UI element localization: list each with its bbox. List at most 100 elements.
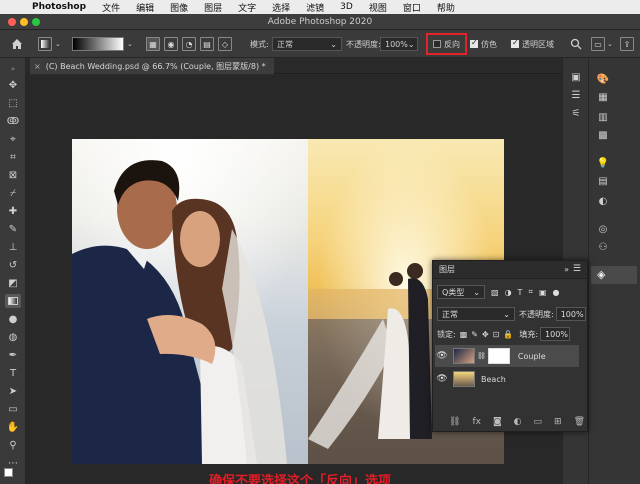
mode-select[interactable]: 正常 ⌄	[272, 37, 342, 51]
share-icon[interactable]: ⇪	[620, 36, 634, 52]
document-tab[interactable]: × (C) Beach Wedding.psd @ 66.7% (Couple,…	[30, 58, 274, 74]
shape-filter-icon[interactable]: ⌗	[528, 287, 533, 297]
gradient-picker[interactable]: ⌄	[72, 36, 133, 52]
link-layers-icon[interactable]: ⛓	[449, 417, 460, 427]
layer-filter-select[interactable]: Q类型 ⌄	[437, 285, 485, 299]
libraries-panel-icon[interactable]: ▤	[595, 174, 611, 188]
gradient-tool-icon[interactable]	[5, 294, 21, 308]
adjustment-layer-icon[interactable]: ◐	[514, 417, 522, 427]
couple-photo[interactable]	[72, 139, 308, 464]
menu-window[interactable]: 窗口	[403, 1, 421, 14]
type-tool-icon[interactable]: T	[5, 366, 21, 380]
adjustments-icon[interactable]: ◐	[595, 194, 611, 208]
marquee-tool-icon[interactable]: ⬚	[5, 96, 21, 110]
menu-3d[interactable]: 3D	[340, 2, 353, 12]
new-layer-icon[interactable]: ⊞	[554, 417, 562, 427]
zoom-window-button[interactable]	[32, 18, 40, 26]
workspace-icon[interactable]: ▭ ⌄	[591, 36, 613, 52]
paths-panel-icon[interactable]: ⚇	[595, 240, 611, 254]
lock-pixels-icon[interactable]: ✎	[471, 330, 478, 339]
styles-panel-icon[interactable]: ◎	[595, 222, 611, 236]
learn-panel-icon[interactable]: 💡	[595, 156, 611, 170]
frame-tool-icon[interactable]: ⊠	[5, 168, 21, 182]
menu-image[interactable]: 图像	[170, 1, 188, 14]
crop-tool-icon[interactable]: ⌗	[5, 150, 21, 164]
dither-checkbox[interactable]	[470, 38, 478, 48]
panel-menu-icon[interactable]: ☰	[573, 264, 581, 274]
visibility-eye-icon[interactable]: 👁	[435, 351, 449, 361]
fill-input[interactable]: 100%	[540, 327, 571, 341]
menu-help[interactable]: 帮助	[437, 1, 455, 14]
adjustment-filter-icon[interactable]: ◑	[505, 288, 512, 297]
clone-stamp-tool-icon[interactable]: ⊥	[5, 240, 21, 254]
dodge-tool-icon[interactable]: ◍	[5, 330, 21, 344]
patterns-panel-icon[interactable]: ▩	[595, 128, 611, 142]
healing-brush-tool-icon[interactable]: ✚	[5, 204, 21, 218]
gradients-panel-icon[interactable]: ▥	[595, 110, 611, 124]
close-tab-icon[interactable]: ×	[34, 62, 41, 71]
zoom-tool-icon[interactable]: ⚲	[5, 438, 21, 452]
fx-icon[interactable]: fx	[472, 417, 481, 427]
history-panel-icon[interactable]: ▣	[568, 70, 584, 84]
move-tool-icon[interactable]: ✥	[5, 78, 21, 92]
angle-gradient-icon[interactable]: ◔	[182, 37, 196, 51]
filter-toggle-icon[interactable]: ●	[553, 288, 560, 297]
history-brush-tool-icon[interactable]: ↺	[5, 258, 21, 272]
foreground-color-swatch[interactable]	[4, 468, 13, 477]
lasso-tool-icon[interactable]: ↂ	[5, 114, 21, 128]
trash-icon[interactable]: 🗑	[574, 417, 585, 427]
swatches-panel-icon[interactable]: ▦	[595, 90, 611, 104]
eraser-tool-icon[interactable]: ◩	[5, 276, 21, 290]
lock-artboard-icon[interactable]: ⊡	[493, 330, 500, 339]
layers-panel-tab[interactable]: ◈	[591, 266, 637, 284]
quick-select-tool-icon[interactable]: ⌖	[5, 132, 21, 146]
add-mask-icon[interactable]: ◙	[493, 417, 502, 427]
menu-layer[interactable]: 图层	[204, 1, 222, 14]
opacity-input[interactable]: 100% ⌄	[380, 37, 418, 51]
minimize-window-button[interactable]	[20, 18, 28, 26]
properties-panel-icon[interactable]: ☰	[568, 88, 584, 102]
lock-transparent-icon[interactable]: ▩	[460, 330, 468, 339]
blend-mode-select[interactable]: 正常 ⌄	[437, 307, 515, 321]
menu-file[interactable]: 文件	[102, 1, 120, 14]
layer-mask-thumbnail[interactable]	[487, 348, 510, 364]
lock-position-icon[interactable]: ✥	[482, 330, 489, 339]
new-group-icon[interactable]: ▭	[534, 417, 543, 427]
menu-filter[interactable]: 滤镜	[306, 1, 324, 14]
linear-gradient-icon[interactable]: ▦	[146, 37, 160, 51]
hand-tool-icon[interactable]: ✋	[5, 420, 21, 434]
lock-all-icon[interactable]: 🔒	[503, 330, 513, 339]
smart-object-filter-icon[interactable]: ▣	[539, 288, 547, 297]
layer-opacity-input[interactable]: 100%	[555, 307, 586, 321]
eyedropper-tool-icon[interactable]: ⌿	[5, 186, 21, 200]
reflected-gradient-icon[interactable]: ▤	[200, 37, 214, 51]
diamond-gradient-icon[interactable]: ◇	[218, 37, 232, 51]
menu-edit[interactable]: 编辑	[136, 1, 154, 14]
menu-select[interactable]: 选择	[272, 1, 290, 14]
brush-tool-icon[interactable]: ✎	[5, 222, 21, 236]
collapse-toolbar-icon[interactable]: »	[5, 62, 21, 76]
layer-row[interactable]: 👁 Beach	[435, 368, 579, 390]
close-window-button[interactable]	[8, 18, 16, 26]
type-filter-icon[interactable]: T	[518, 288, 523, 297]
panel-collapse-icon[interactable]: »	[564, 265, 569, 274]
pixel-filter-icon[interactable]: ▧	[491, 288, 499, 297]
rectangle-tool-icon[interactable]: ▭	[5, 402, 21, 416]
visibility-eye-icon[interactable]: 👁	[435, 374, 449, 384]
layer-row[interactable]: 👁 ⛓ Couple	[435, 345, 579, 367]
home-icon[interactable]	[10, 36, 24, 52]
adjustments-panel-icon[interactable]: ⚟	[568, 106, 584, 120]
menu-type[interactable]: 文字	[238, 1, 256, 14]
search-icon[interactable]	[570, 36, 582, 52]
menu-app-name[interactable]: Photoshop	[32, 2, 86, 12]
radial-gradient-icon[interactable]: ◉	[164, 37, 178, 51]
path-selection-tool-icon[interactable]: ➤	[5, 384, 21, 398]
color-panel-icon[interactable]: 🎨	[595, 72, 611, 86]
menu-view[interactable]: 视图	[369, 1, 387, 14]
transparency-checkbox[interactable]	[511, 38, 519, 48]
blur-tool-icon[interactable]: ●	[5, 312, 21, 326]
link-icon[interactable]: ⛓	[477, 352, 486, 360]
gradient-tool-preset-icon[interactable]: ⌄	[38, 36, 61, 52]
pen-tool-icon[interactable]: ✒	[5, 348, 21, 362]
reverse-checkbox[interactable]	[433, 40, 441, 48]
